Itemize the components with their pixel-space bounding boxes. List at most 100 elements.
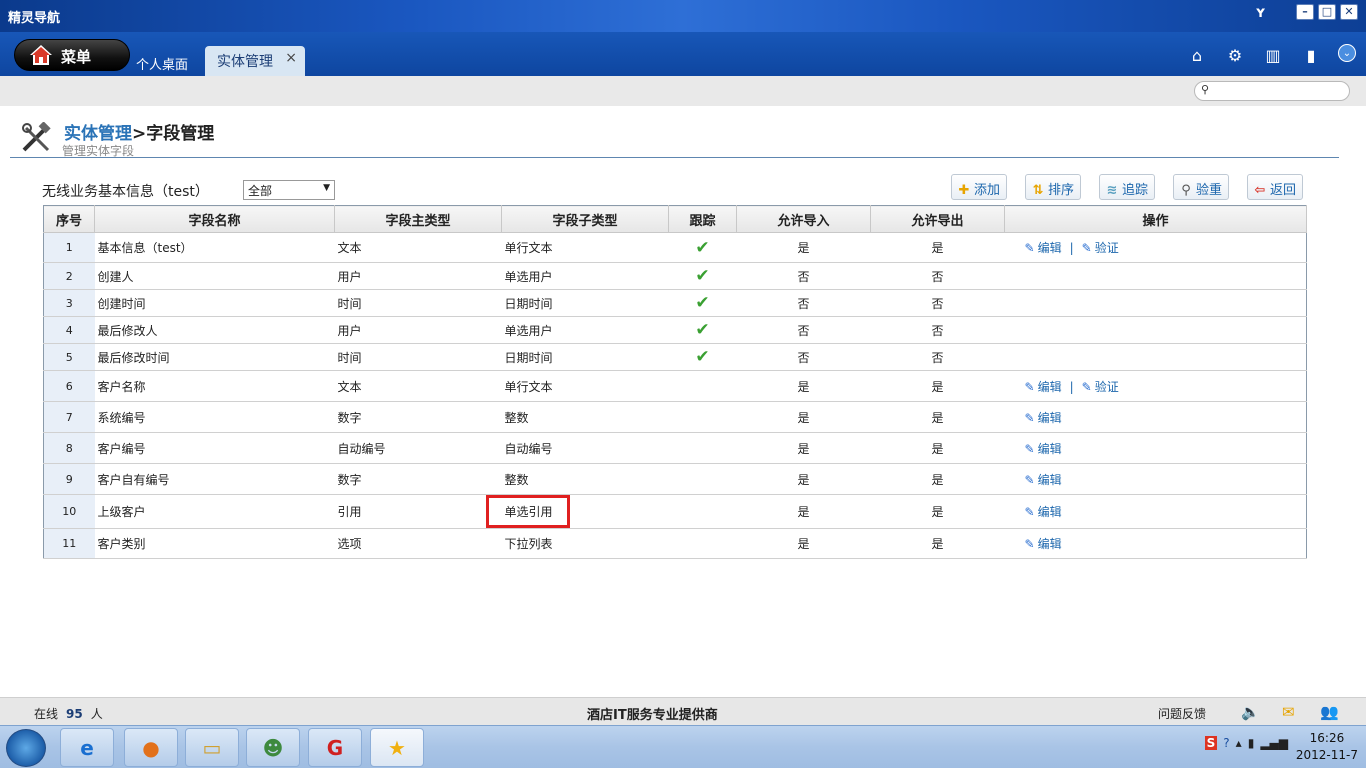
col-header-actions[interactable]: 操作 (1004, 205, 1307, 233)
close-button[interactable]: ✕ (1340, 4, 1358, 20)
cell-index: 10 (43, 494, 95, 529)
tab-entity-management[interactable]: 实体管理 × (205, 46, 305, 76)
tools-icon[interactable]: ʏ (1255, 3, 1266, 21)
title-bar: 精灵导航 ʏ – □ ✕ (0, 0, 1366, 32)
tab-close-icon[interactable]: × (285, 50, 297, 66)
cell-sub-type: 单行文本 (501, 370, 669, 402)
sort-icon: ⇅ (1032, 183, 1044, 198)
app-g-icon[interactable]: G (308, 728, 362, 767)
search-band: ⚲ (0, 76, 1366, 106)
edit-link[interactable]: ✎ 编辑 (1025, 537, 1062, 551)
track-button[interactable]: ≋ 追踪 (1099, 174, 1156, 200)
cell-sub-type: 日期时间 (501, 289, 669, 317)
tray-expand-icon[interactable]: ▴ (1236, 736, 1242, 750)
tab-personal-desktop[interactable]: 个人桌面 (128, 46, 198, 76)
clock-date: 2012-11-7 (1295, 748, 1358, 762)
signal-icon[interactable]: ▂▄▆ (1260, 736, 1288, 750)
speaker-icon[interactable]: 🔈 (1241, 703, 1261, 721)
table-row: 2 创建人 用户 单选用户 ✔ 否否 (43, 262, 1307, 290)
chevron-down-icon[interactable]: ⌄ (1338, 44, 1356, 62)
online-count: 在线 95 人 (34, 705, 103, 722)
edit-link-label: 编辑 (1037, 472, 1062, 487)
cell-sub-type: 单选引用 (485, 494, 669, 529)
sub-type-text: 日期时间 (504, 296, 553, 311)
col-header-sub-type[interactable]: 字段子类型 (501, 205, 669, 233)
edit-link[interactable]: ✎ 编辑 (1025, 380, 1062, 394)
col-header-main-type[interactable]: 字段主类型 (334, 205, 502, 233)
feedback-link[interactable]: 问题反馈 (1158, 705, 1206, 722)
breadcrumb-entity-link[interactable]: 实体管理 (64, 124, 132, 144)
tools-header-icon (22, 122, 51, 152)
verify-button[interactable]: ⚲ 验重 (1173, 174, 1230, 200)
firefox-icon[interactable]: ● (124, 728, 178, 767)
edit-link-label: 编辑 (1037, 441, 1062, 456)
sub-type-text: 单选用户 (504, 269, 553, 284)
home-shop-icon[interactable]: ⌂ (1186, 44, 1208, 66)
cell-index: 5 (43, 343, 95, 371)
mail-icon[interactable]: ✉ (1282, 703, 1302, 721)
sort-button[interactable]: ⇅ 排序 (1025, 174, 1082, 200)
cell-allow-import: 是 (736, 401, 871, 433)
edit-link[interactable]: ✎ 编辑 (1025, 505, 1062, 519)
action-separator: | (1069, 241, 1074, 255)
folder-icon[interactable]: ▭ (185, 728, 239, 767)
col-header-name[interactable]: 字段名称 (94, 205, 335, 233)
sogou-icon[interactable]: S (1204, 736, 1218, 750)
cell-index: 1 (43, 232, 95, 263)
users-icon[interactable]: 👥 (1320, 703, 1340, 721)
cell-main-type: 数字 (334, 401, 502, 433)
col-header-export[interactable]: 允许导出 (870, 205, 1005, 233)
cell-allow-export: 否 (870, 289, 1005, 317)
menu-button[interactable]: 菜单 (14, 39, 130, 71)
clipboard-icon[interactable]: ▥ (1262, 44, 1284, 66)
system-clock[interactable]: 16:26 2012-11-7 (1296, 730, 1358, 764)
network-icon[interactable]: ▮ (1248, 736, 1255, 750)
cell-sub-type: 整数 (501, 401, 669, 433)
cell-allow-export: 是 (870, 432, 1005, 464)
table-row: 3 创建时间 时间 日期时间 ✔ 否否 (43, 289, 1307, 317)
help-icon[interactable]: ? (1223, 736, 1229, 750)
edit-link[interactable]: ✎ 编辑 (1025, 473, 1062, 487)
cell-sub-type: 下拉列表 (501, 528, 669, 559)
col-header-track[interactable]: 跟踪 (668, 205, 737, 233)
cell-track (668, 528, 737, 559)
back-button[interactable]: ⇦ 返回 (1247, 174, 1304, 200)
add-button[interactable]: ✚ 添加 (951, 174, 1008, 200)
edit-link[interactable]: ✎ 编辑 (1025, 241, 1062, 255)
cell-index: 7 (43, 401, 95, 433)
system-tray: S ? ▴ ▮ ▂▄▆ (1204, 736, 1288, 750)
filter-select[interactable]: 全部 ▼ (243, 180, 335, 200)
menu-label: 菜单 (61, 48, 92, 66)
ie-icon[interactable]: e (60, 728, 114, 767)
cell-allow-export: 是 (870, 370, 1005, 402)
validate-link[interactable]: ✎ 验证 (1082, 380, 1119, 394)
col-header-import[interactable]: 允许导入 (736, 205, 871, 233)
page-title: 字段管理 (146, 124, 215, 144)
cell-allow-import: 否 (736, 289, 871, 317)
validate-link[interactable]: ✎ 验证 (1082, 241, 1119, 255)
pencil-icon: ✎ (1081, 241, 1092, 255)
minimize-button[interactable]: – (1296, 4, 1314, 20)
search-input[interactable]: ⚲ (1194, 81, 1350, 101)
cell-field-name: 客户编号 (94, 432, 335, 464)
cell-actions: ✎ 编辑 (1004, 432, 1307, 464)
edit-link[interactable]: ✎ 编辑 (1025, 411, 1062, 425)
gear-icon[interactable]: ⚙ (1224, 44, 1246, 66)
pencil-icon: ✎ (1024, 241, 1035, 255)
usb-icon[interactable]: ▮ (1300, 44, 1322, 66)
edit-link[interactable]: ✎ 编辑 (1025, 442, 1062, 456)
messenger-icon[interactable]: ☻ (246, 728, 300, 767)
online-number: 95 (66, 707, 83, 721)
star-app-icon[interactable]: ★ (370, 728, 424, 767)
verify-button-label: 验重 (1196, 183, 1223, 198)
start-button[interactable] (6, 729, 46, 767)
cell-field-name: 创建人 (94, 262, 335, 290)
cell-main-type: 用户 (334, 262, 502, 290)
col-header-index[interactable]: 序号 (43, 205, 95, 233)
cell-index: 3 (43, 289, 95, 317)
pencil-icon: ✎ (1024, 472, 1035, 487)
maximize-button[interactable]: □ (1318, 4, 1336, 20)
cell-index: 8 (43, 432, 95, 464)
cell-allow-import: 是 (736, 463, 871, 495)
cell-track: ✔ (668, 262, 737, 290)
